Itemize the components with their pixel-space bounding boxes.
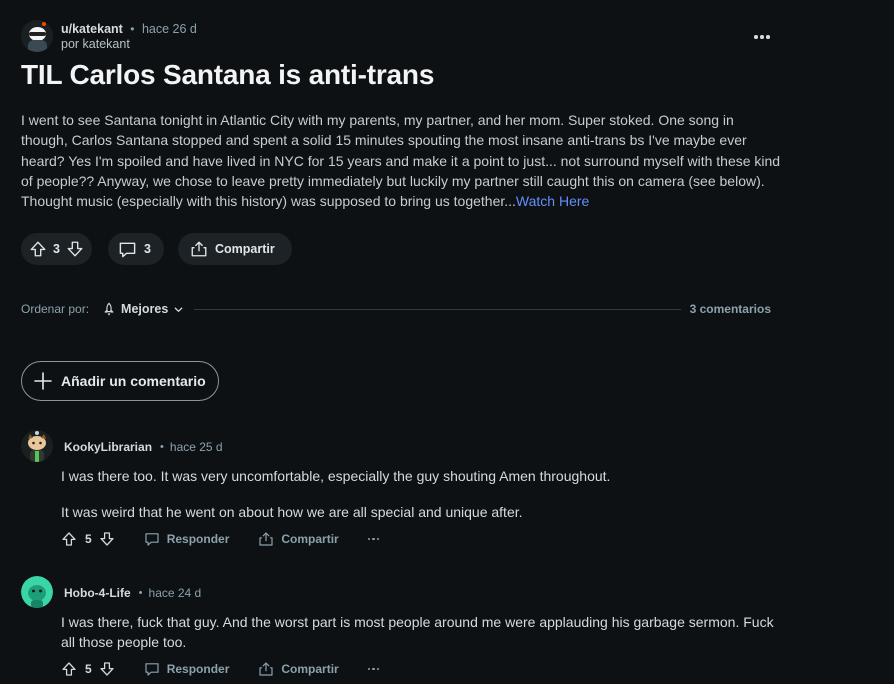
arrow-down-icon[interactable]	[99, 531, 115, 547]
author-avatar[interactable]	[21, 20, 53, 52]
post-more-options-button[interactable]	[751, 27, 773, 47]
separator-dot: •	[160, 441, 164, 453]
speech-bubble-icon	[118, 240, 137, 259]
share-label: Compartir	[281, 662, 339, 676]
comment-paragraph: I was there, fuck that guy. And the wors…	[61, 614, 774, 650]
arrow-down-icon[interactable]	[66, 240, 84, 258]
rocket-icon	[102, 302, 116, 316]
comment-author[interactable]: Hobo-4-Life	[64, 586, 131, 600]
separator-dot: •	[130, 21, 135, 36]
post-vote-count: 3	[53, 242, 60, 256]
add-comment-label: Añadir un comentario	[61, 373, 206, 389]
arrow-up-icon[interactable]	[61, 661, 77, 677]
comments-button[interactable]: 3	[108, 233, 164, 265]
add-comment-button[interactable]: Añadir un comentario	[21, 361, 219, 401]
share-icon	[190, 240, 208, 258]
arrow-up-icon[interactable]	[61, 531, 77, 547]
reply-label: Responder	[166, 662, 230, 676]
post-author-link[interactable]: u/katekant	[61, 22, 123, 36]
comment-more-button[interactable]	[367, 537, 380, 541]
reply-button[interactable]: Responder	[144, 661, 230, 677]
share-label: Compartir	[281, 532, 339, 546]
post-body-text: I went to see Santana tonight in Atlanti…	[21, 112, 781, 210]
share-button[interactable]: Compartir	[178, 233, 292, 265]
reply-button[interactable]: Responder	[144, 531, 230, 547]
share-icon	[258, 661, 274, 677]
chevron-down-icon	[173, 304, 184, 315]
speech-bubble-icon	[144, 661, 160, 677]
comment-actions: 5 Responder Compartir	[61, 660, 380, 678]
reply-label: Responder	[166, 532, 230, 546]
comment-score: 5	[85, 662, 92, 676]
comment-time: hace 24 d	[148, 586, 202, 600]
sort-dropdown[interactable]: Mejores	[102, 302, 184, 316]
share-label: Compartir	[215, 242, 275, 256]
sort-bar: Ordenar por: Mejores 3 comentarios	[21, 300, 771, 318]
arrow-down-icon[interactable]	[99, 661, 115, 677]
comment-paragraph: I was there too. It was very uncomfortab…	[61, 468, 611, 484]
share-button[interactable]: Compartir	[258, 531, 339, 547]
post-time: hace 26 d	[141, 21, 197, 36]
comment-time: hace 25 d	[169, 440, 223, 454]
divider	[194, 308, 681, 310]
plus-icon	[33, 371, 53, 391]
separator-dot: •	[138, 587, 143, 599]
arrow-up-icon[interactable]	[29, 240, 47, 258]
ellipsis-icon	[754, 35, 758, 39]
ellipsis-icon	[367, 537, 371, 541]
comment-paragraph: It was weird that he went on about how w…	[61, 504, 523, 520]
comment-actions: 5 Responder Compartir	[61, 530, 380, 548]
sort-label: Ordenar por:	[21, 302, 90, 316]
post-title: TIL Carlos Santana is anti-trans	[21, 59, 435, 90]
comment-more-button[interactable]	[367, 667, 380, 671]
comment-author[interactable]: KookyLibrarian	[64, 440, 152, 454]
post-body: I went to see Santana tonight in Atlanti…	[21, 110, 781, 211]
vote-pill: 3	[21, 233, 92, 265]
sort-value: Mejores	[121, 302, 169, 316]
comment-score: 5	[85, 532, 92, 546]
post-by-line: por katekant	[61, 36, 130, 51]
comment-total: 3 comentarios	[689, 302, 771, 316]
speech-bubble-icon	[144, 531, 160, 547]
share-button[interactable]: Compartir	[258, 661, 339, 677]
share-icon	[258, 531, 274, 547]
watch-here-link[interactable]: Watch Here	[516, 193, 589, 209]
comment-count: 3	[144, 242, 151, 256]
commenter-avatar[interactable]	[21, 430, 53, 462]
commenter-avatar[interactable]	[21, 576, 53, 608]
post-header: u/katekant • hace 26 d por katekant	[21, 20, 197, 52]
ellipsis-icon	[367, 667, 371, 671]
